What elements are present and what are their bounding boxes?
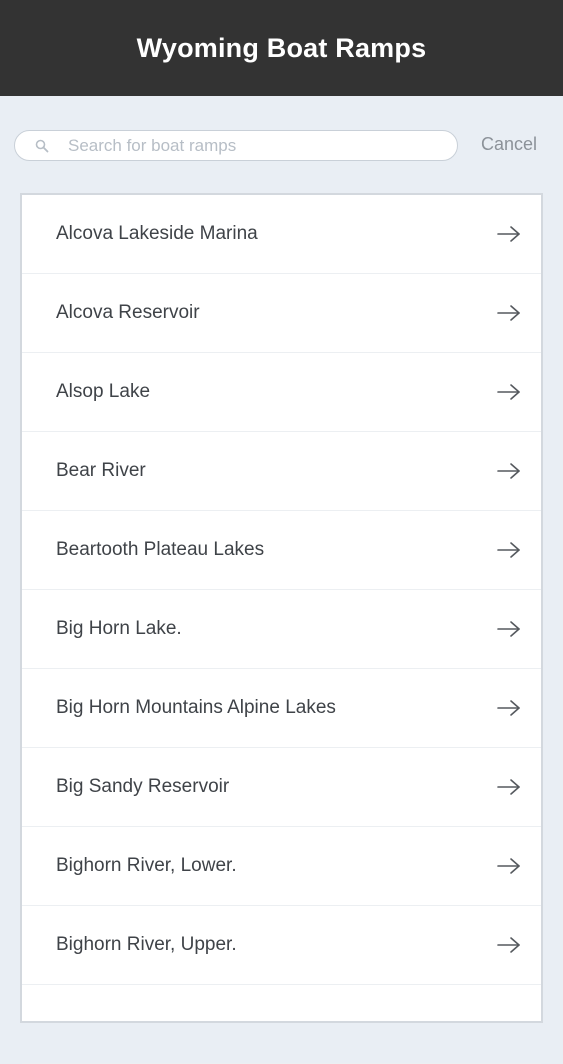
list-item[interactable]: Big Horn Lake. — [22, 590, 541, 669]
arrow-right-icon — [497, 620, 521, 638]
page-title: Wyoming Boat Ramps — [136, 32, 427, 63]
list-item[interactable]: Alsop Lake — [22, 353, 541, 432]
list-item-label: Big Sandy Reservoir — [56, 776, 230, 797]
search-input[interactable] — [68, 135, 428, 156]
arrow-right-icon — [497, 304, 521, 322]
list-item[interactable]: Bighorn River, Lower. — [22, 827, 541, 906]
list-item[interactable]: Alcova Reservoir — [22, 274, 541, 353]
list-item-label: Alcova Lakeside Marina — [56, 223, 258, 244]
list-item-label: Bighorn River, Upper. — [56, 934, 237, 955]
list-item[interactable]: Big Sandy Reservoir — [22, 748, 541, 827]
list-item[interactable]: Beartooth Plateau Lakes — [22, 511, 541, 590]
app-header: Wyoming Boat Ramps — [0, 0, 563, 96]
list-item[interactable]: Bear River — [22, 432, 541, 511]
list-item-label: Bighorn River, Lower. — [56, 855, 237, 876]
search-bar[interactable] — [14, 130, 458, 161]
arrow-right-icon — [497, 778, 521, 796]
list-item[interactable]: Alcova Lakeside Marina — [22, 195, 541, 274]
boat-ramp-list: Alcova Lakeside Marina Alcova Reservoir … — [20, 193, 543, 1064]
list-item-label: Bear River — [56, 460, 146, 481]
list-item-label: Alcova Reservoir — [56, 302, 200, 323]
list-item-label: Beartooth Plateau Lakes — [56, 539, 265, 560]
list-item-label: Big Horn Lake. — [56, 618, 182, 639]
arrow-right-icon — [497, 462, 521, 480]
arrow-right-icon — [497, 936, 521, 954]
arrow-right-icon — [497, 857, 521, 875]
list-item-label: Big Horn Mountains Alpine Lakes — [56, 697, 336, 718]
arrow-right-icon — [497, 699, 521, 717]
list-item-label: Alsop Lake — [56, 381, 151, 402]
search-icon — [34, 138, 50, 154]
arrow-right-icon — [497, 541, 521, 559]
arrow-right-icon — [497, 383, 521, 401]
list-item[interactable]: Big Horn Mountains Alpine Lakes — [22, 669, 541, 748]
list-item[interactable]: Bighorn River, Upper. — [22, 906, 541, 985]
list-item[interactable] — [22, 985, 541, 1064]
cancel-button[interactable]: Cancel — [481, 134, 537, 155]
arrow-right-icon — [497, 225, 521, 243]
